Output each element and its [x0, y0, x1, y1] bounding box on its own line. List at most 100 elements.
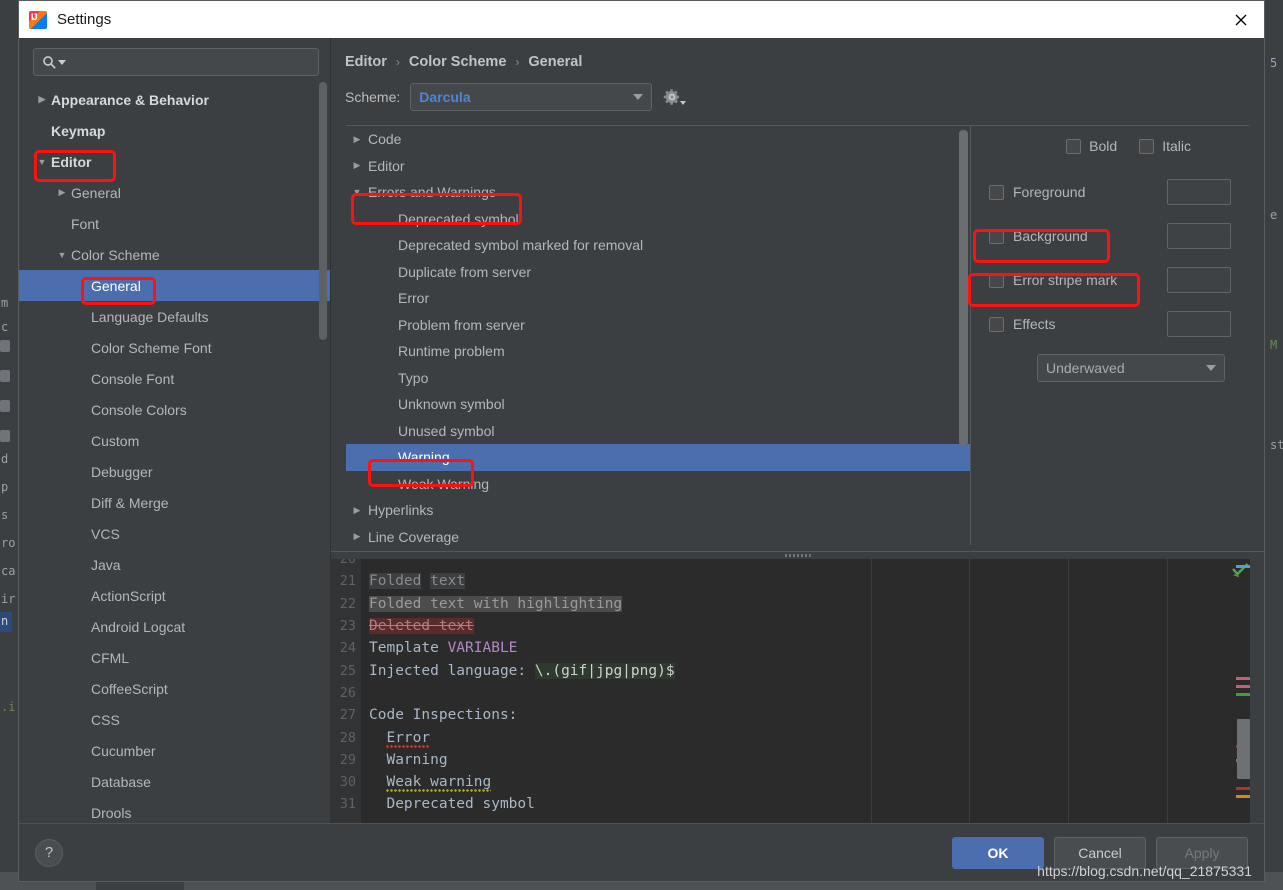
effects-checkbox-item[interactable]: Effects [989, 316, 1167, 332]
sidebar-scrollbar[interactable] [319, 82, 327, 340]
sidebar-item[interactable]: Keymap [19, 115, 331, 146]
scheme-select[interactable]: Darcula [410, 83, 653, 111]
sidebar-item[interactable]: Diff & Merge [19, 487, 331, 518]
italic-checkbox-item[interactable]: Italic [1139, 138, 1191, 154]
bold-checkbox-item[interactable]: Bold [1066, 138, 1117, 154]
background-checkbox-item[interactable]: Background [989, 228, 1167, 244]
ok-button[interactable]: OK [952, 836, 1044, 869]
color-list-item[interactable]: Typo [346, 365, 971, 392]
sidebar-item[interactable]: Custom [19, 425, 331, 456]
italic-checkbox[interactable] [1139, 138, 1155, 154]
effects-color-swatch[interactable] [1167, 311, 1231, 337]
sidebar-item[interactable]: ▼ Color Scheme [19, 239, 331, 270]
chevron-right-icon[interactable]: ▶ [346, 160, 368, 171]
color-list-item[interactable]: Weak Warning [346, 471, 971, 498]
color-list-item[interactable]: Error [346, 285, 971, 312]
bold-checkbox[interactable] [1066, 138, 1082, 154]
error-stripe-mark-checkbox-item[interactable]: Error stripe mark [989, 272, 1167, 288]
effect-type-value: Underwaved [1046, 360, 1125, 376]
breadcrumb-item[interactable]: Editor [345, 54, 387, 70]
color-list-item[interactable]: Unused symbol [346, 418, 971, 445]
error-stripe-mark-checkbox[interactable] [989, 272, 1004, 288]
sidebar-item[interactable]: ▶ Appearance & Behavior [19, 84, 331, 115]
color-list-item[interactable]: ▶ Line Coverage [346, 524, 971, 546]
color-list-item[interactable]: ▶ Code [346, 126, 971, 153]
code-token: VARIABLE [447, 640, 518, 657]
sidebar-item[interactable]: Console Font [19, 363, 331, 394]
background-color-swatch[interactable] [1167, 223, 1231, 249]
code-token: Code Inspections: [369, 707, 518, 724]
chevron-down-icon[interactable]: ▼ [33, 157, 51, 167]
color-list-item[interactable]: Warning [346, 444, 971, 471]
search-box[interactable] [33, 48, 319, 76]
sidebar-item[interactable]: Color Scheme Font [19, 332, 331, 363]
sidebar-item[interactable]: Database [19, 766, 331, 797]
sidebar-item[interactable]: Cucumber [19, 735, 331, 766]
search-dropdown-arrow-icon[interactable] [58, 59, 66, 65]
sidebar-item[interactable]: CFML [19, 642, 331, 673]
error-stripe-mark[interactable] [1236, 787, 1250, 790]
color-list-item[interactable]: Duplicate from server [346, 259, 971, 286]
error-stripe-mark[interactable] [1236, 693, 1250, 696]
chevron-right-icon[interactable]: ▶ [346, 134, 368, 145]
sidebar-item[interactable]: VCS [19, 518, 331, 549]
sidebar-item[interactable]: ▼ Editor [19, 146, 331, 177]
background-checkbox[interactable] [989, 228, 1004, 244]
sidebar-item-label: Console Font [91, 370, 175, 387]
foreground-checkbox[interactable] [989, 184, 1004, 200]
error-stripe-gutter[interactable] [1232, 559, 1250, 823]
breadcrumb-item[interactable]: Color Scheme [409, 54, 507, 70]
color-settings-list[interactable]: ▶ Code ▶ Editor ▼ Errors and Warnings Deprecat… [346, 126, 971, 545]
chevron-down-icon[interactable]: ▼ [53, 250, 71, 260]
color-list-scrollbar[interactable] [959, 130, 968, 446]
sidebar-item[interactable]: ▶ General [19, 177, 331, 208]
color-list-item[interactable]: ▶ Hyperlinks [346, 497, 971, 524]
preview-editor-area[interactable]: 20 21 Folded text 22 Folded text with highli… [331, 559, 1264, 823]
error-stripe-mark-color-swatch[interactable] [1167, 267, 1231, 293]
sidebar-item[interactable]: Debugger [19, 456, 331, 487]
color-list-item[interactable]: Deprecated symbol marked for removal [346, 232, 971, 259]
code-line: 27 Code Inspections: [331, 704, 1264, 726]
color-list-item[interactable]: ▼ Errors and Warnings [346, 179, 971, 206]
ide-bg-swatch [0, 400, 10, 412]
error-stripe-mark[interactable] [1236, 677, 1250, 680]
chevron-right-icon[interactable]: ▶ [53, 187, 71, 198]
effect-type-select[interactable]: Underwaved [1037, 354, 1225, 382]
ide-bg-swatch [0, 430, 10, 442]
color-list-item[interactable]: Problem from server [346, 312, 971, 339]
editor-scrollbar-thumb[interactable] [1237, 719, 1250, 779]
effects-checkbox[interactable] [989, 316, 1004, 332]
preview-splitter[interactable] [331, 552, 1264, 559]
foreground-checkbox-item[interactable]: Foreground [989, 184, 1167, 200]
color-list-item[interactable]: Runtime problem [346, 338, 971, 365]
sidebar-item[interactable]: Language Defaults [19, 301, 331, 332]
search-input[interactable] [72, 54, 310, 70]
breadcrumb-item[interactable]: General [528, 54, 582, 70]
sidebar-item[interactable]: Java [19, 549, 331, 580]
sidebar-item[interactable]: CoffeeScript [19, 673, 331, 704]
chevron-right-icon[interactable]: ▶ [33, 94, 51, 105]
sidebar-item[interactable]: Console Colors [19, 394, 331, 425]
close-icon[interactable] [1218, 1, 1264, 38]
color-list-item-label: Warning [398, 449, 450, 466]
chevron-right-icon[interactable]: ▶ [346, 531, 368, 542]
error-stripe-mark[interactable] [1236, 685, 1250, 688]
error-stripe-mark[interactable] [1236, 565, 1250, 568]
sidebar-item[interactable]: Drools [19, 797, 331, 823]
color-list-item-label: Problem from server [398, 316, 525, 333]
settings-tree[interactable]: ▶ Appearance & Behavior Keymap ▼ Editor ▶ Gene… [19, 82, 331, 823]
sidebar-item[interactable]: General [19, 270, 331, 301]
color-list-item[interactable]: Unknown symbol [346, 391, 971, 418]
sidebar-item[interactable]: Font [19, 208, 331, 239]
chevron-down-icon[interactable]: ▼ [346, 187, 368, 197]
sidebar-item[interactable]: ActionScript [19, 580, 331, 611]
help-button[interactable]: ? [35, 838, 63, 867]
error-stripe-mark[interactable] [1236, 795, 1250, 798]
sidebar-item[interactable]: Android Logcat [19, 611, 331, 642]
chevron-right-icon[interactable]: ▶ [346, 505, 368, 516]
gear-icon[interactable] [662, 84, 688, 110]
sidebar-item[interactable]: CSS [19, 704, 331, 735]
foreground-color-swatch[interactable] [1167, 179, 1231, 205]
color-list-item[interactable]: ▶ Editor [346, 153, 971, 180]
color-list-item[interactable]: Deprecated symbol [346, 206, 971, 233]
